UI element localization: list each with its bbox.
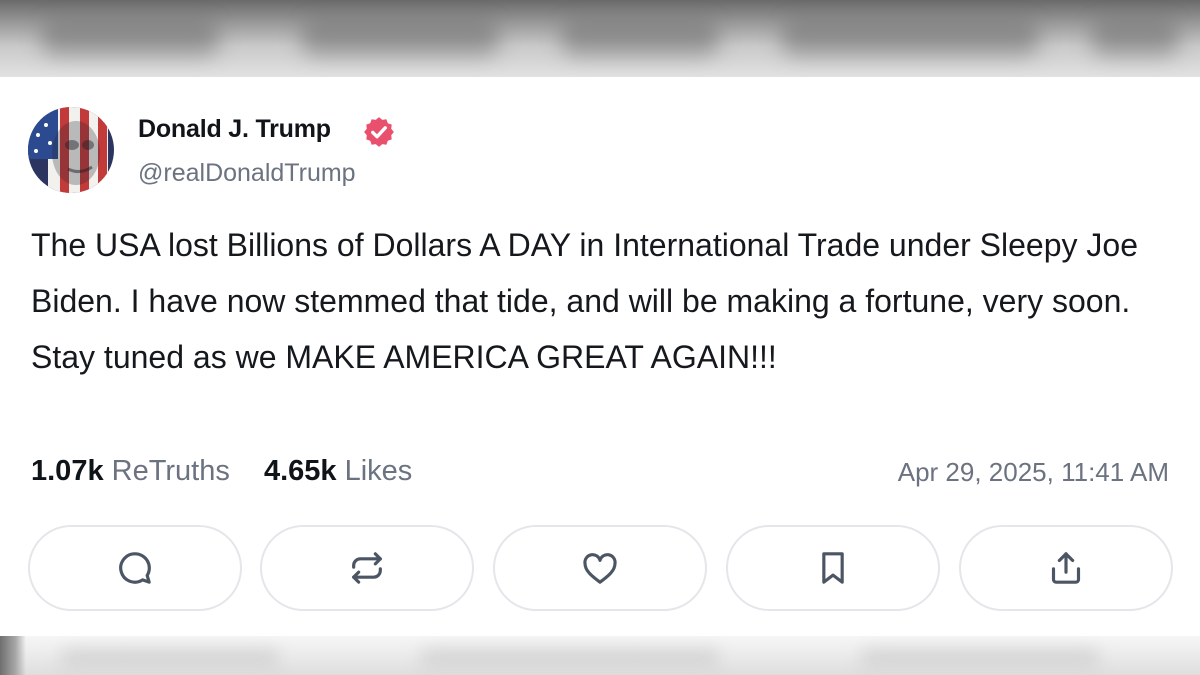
comment-icon (119, 552, 151, 584)
blurred-background-top (0, 0, 1200, 77)
share-button[interactable] (959, 525, 1173, 611)
likes-label[interactable]: Likes (345, 455, 413, 487)
share-icon (1051, 552, 1081, 584)
author-name[interactable]: Donald J. Trump (138, 115, 331, 144)
verified-badge-icon (364, 117, 394, 147)
avatar-image (28, 107, 114, 193)
post-timestamp: Apr 29, 2025, 11:41 AM (897, 457, 1169, 487)
author-handle[interactable]: @realDonaldTrump (138, 159, 356, 188)
blurred-background-bottom (0, 636, 1200, 675)
heart-icon (583, 553, 617, 584)
like-button[interactable] (493, 525, 707, 611)
bookmark-icon (822, 552, 844, 584)
retruths-label[interactable]: ReTruths (112, 455, 230, 487)
bookmark-button[interactable] (726, 525, 940, 611)
likes-count[interactable]: 4.65k (264, 455, 337, 487)
post-card: Donald J. Trump @realDonaldTrump The USA… (0, 77, 1200, 636)
avatar[interactable] (28, 107, 114, 193)
post-text: The USA lost Billions of Dollars A DAY i… (31, 227, 1138, 375)
retruth-button[interactable] (260, 525, 474, 611)
reply-button[interactable] (28, 525, 242, 611)
retruth-icon (352, 552, 382, 584)
retruths-count[interactable]: 1.07k (31, 455, 104, 487)
post-stats: 1.07k ReTruths 4.65k Likes (31, 455, 412, 488)
